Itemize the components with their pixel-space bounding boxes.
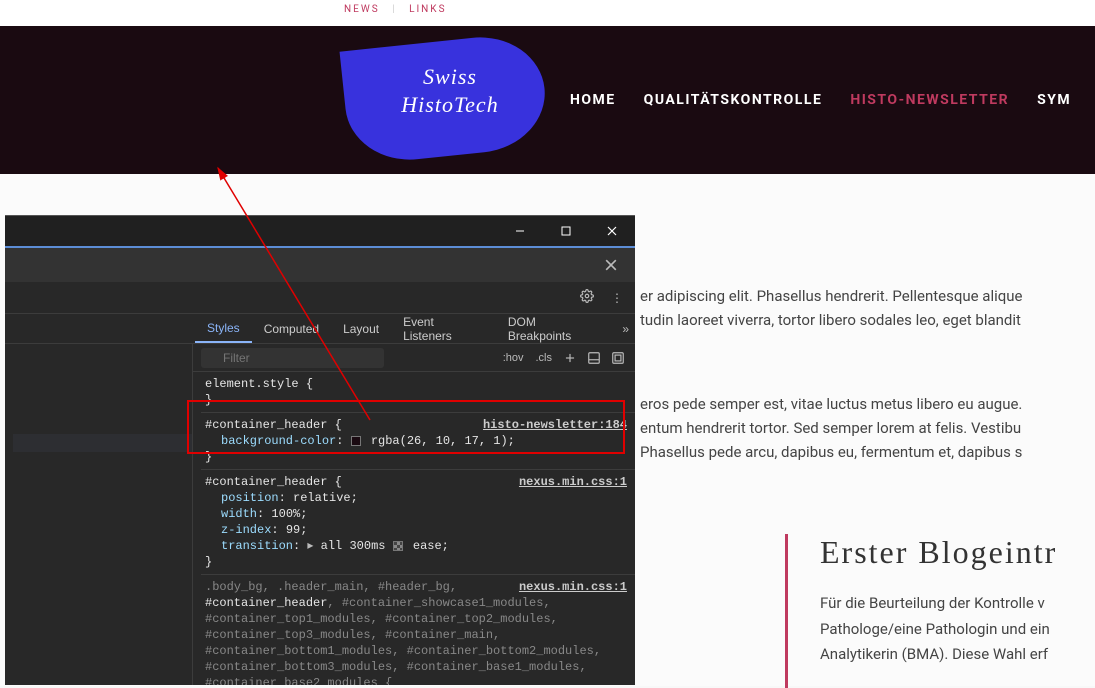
computed-styles-sidebar-button[interactable] [585,349,603,367]
top-nav-separator: | [388,4,400,15]
window-maximize-button[interactable] [543,216,589,246]
tabs-overflow-button[interactable]: » [616,316,635,342]
top-nav-news[interactable]: NEWS [340,4,384,15]
rule-container-header-inline[interactable]: histo-newsletter:184 #container_header {… [201,413,635,470]
source-link-histo[interactable]: histo-newsletter:184 [483,417,627,433]
gear-icon[interactable] [577,289,597,306]
cls-toggle[interactable]: .cls [533,352,556,364]
logo-line1: Swiss [345,64,555,90]
logo-line2: HistoTech [345,92,555,118]
selector-2: #container_header { [205,475,342,489]
nav-sym[interactable]: SYM [1037,92,1071,108]
rule-container-header-nexus[interactable]: nexus.min.css:1 #container_header { posi… [201,470,635,575]
toggle-rendering-button[interactable] [609,349,627,367]
window-titlebar [5,216,635,246]
styles-filter-input[interactable] [201,348,384,368]
tab-dom-breakpoints[interactable]: DOM Breakpoints [496,309,612,349]
blog-card: Erster Blogeintr Für die Beurteilung der… [785,534,1095,688]
styles-tabs: Styles Computed Layout Event Listeners D… [5,314,635,344]
top-nav-links[interactable]: LINKS [405,4,450,15]
source-link-nexus-1[interactable]: nexus.min.css:1 [519,474,627,490]
color-swatch-icon[interactable] [351,436,361,446]
blog-body: Für die Beurteilung der Kontrolle v Path… [820,591,1095,668]
nav-home[interactable]: HOME [570,92,616,108]
tab-layout[interactable]: Layout [331,316,391,342]
selector-element-style: element.style { [205,377,313,391]
header-band: Swiss HistoTech HOME QUALITÄTSKONTROLLE … [0,26,1095,174]
nav-histo-newsletter[interactable]: HISTO-NEWSLETTER [850,92,1009,108]
kebab-menu-icon[interactable]: ⋮ [607,291,627,305]
top-nav: NEWS | LINKS [0,0,1095,26]
window-minimize-button[interactable] [497,216,543,246]
rule-element-style[interactable]: element.style { } [201,372,635,413]
window-close-button[interactable] [589,216,635,246]
logo[interactable]: Swiss HistoTech [345,36,555,156]
logo-text: Swiss HistoTech [345,64,555,119]
devtools-window: ⋮ Styles Computed Layout Event Listeners… [5,215,635,685]
nav-qualitaetskontrolle[interactable]: QUALITÄTSKONTROLLE [644,92,823,108]
paragraph-1: er adipiscing elit. Phasellus hendrerit.… [640,284,1095,332]
panel-close-button[interactable] [597,251,625,279]
rule-multi-selector-nexus[interactable]: nexus.min.css:1 .body_bg, .header_main, … [201,575,635,685]
new-style-rule-button[interactable] [561,349,579,367]
tab-computed[interactable]: Computed [252,316,331,342]
tab-event-listeners[interactable]: Event Listeners [391,309,496,349]
selector-1: #container_header { [205,418,342,432]
paragraph-2: eros pede semper est, vitae luctus metus… [640,392,1095,464]
bezier-swatch-icon[interactable] [393,541,403,551]
devtools-elements-pane[interactable] [5,344,193,685]
blog-title: Erster Blogeintr [820,534,1095,571]
hov-toggle[interactable]: :hov [500,352,527,364]
main-nav: HOME QUALITÄTSKONTROLLE HISTO-NEWSLETTER… [570,92,1071,108]
devtools-subbar [5,246,635,282]
tab-styles[interactable]: Styles [195,315,252,343]
source-link-nexus-2[interactable]: nexus.min.css:1 [519,579,627,595]
